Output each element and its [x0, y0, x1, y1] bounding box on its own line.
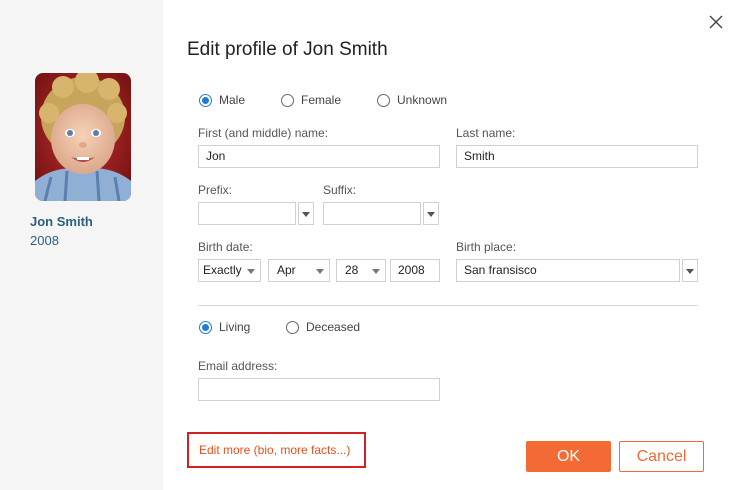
chevron-down-icon	[316, 269, 324, 274]
radio-circle	[377, 93, 390, 107]
birth-month-select[interactable]: Apr	[268, 259, 330, 282]
last-name-input[interactable]: Smith	[456, 145, 698, 168]
chevron-down-icon	[372, 269, 380, 274]
edit-more-link[interactable]: Edit more (bio, more facts...)	[187, 432, 366, 468]
radio-label: Male	[219, 93, 246, 107]
birth-place-label: Birth place:	[456, 240, 517, 254]
chevron-down-icon	[247, 269, 255, 274]
prefix-input[interactable]	[198, 202, 296, 225]
radio-circle	[199, 320, 212, 334]
birth-qualifier-select[interactable]: Exactly	[198, 259, 261, 282]
radio-label: Unknown	[397, 93, 448, 107]
birth-year-input[interactable]: 2008	[390, 259, 440, 282]
child-photo-image	[35, 73, 131, 201]
first-name-input[interactable]: Jon	[198, 145, 440, 168]
radio-living[interactable]: Living	[199, 320, 250, 334]
birth-qualifier-value: Exactly	[203, 263, 242, 277]
birth-place-dropdown-button[interactable]	[682, 259, 698, 282]
last-name-label: Last name:	[456, 126, 516, 140]
suffix-dropdown-button[interactable]	[423, 202, 439, 225]
radio-circle	[286, 320, 299, 334]
section-divider	[198, 305, 698, 306]
radio-female[interactable]: Female	[281, 93, 341, 107]
prefix-label: Prefix:	[198, 183, 233, 197]
email-input[interactable]	[198, 378, 440, 401]
birth-day-select[interactable]: 28	[336, 259, 386, 282]
birth-date-label: Birth date:	[198, 240, 253, 254]
birth-month-value: Apr	[277, 263, 296, 277]
dialog-title: Edit profile of Jon Smith	[187, 39, 388, 60]
radio-label: Deceased	[306, 320, 361, 334]
first-name-label: First (and middle) name:	[198, 126, 329, 140]
radio-unknown[interactable]: Unknown	[377, 93, 447, 107]
person-name: Jon Smith	[30, 214, 93, 229]
suffix-label: Suffix:	[323, 183, 357, 197]
birth-day-value: 28	[345, 263, 359, 277]
radio-circle	[199, 93, 212, 107]
cancel-button[interactable]: Cancel	[619, 441, 704, 472]
ok-button[interactable]: OK	[526, 441, 611, 472]
person-year: 2008	[30, 233, 59, 248]
radio-deceased[interactable]: Deceased	[286, 320, 360, 334]
radio-label: Living	[219, 320, 251, 334]
radio-label: Female	[301, 93, 342, 107]
profile-photo[interactable]	[35, 73, 131, 201]
prefix-dropdown-button[interactable]	[298, 202, 314, 225]
email-label: Email address:	[198, 359, 278, 373]
radio-circle	[281, 93, 294, 107]
radio-male[interactable]: Male	[199, 93, 245, 107]
close-icon	[709, 15, 723, 29]
suffix-input[interactable]	[323, 202, 421, 225]
birth-place-input[interactable]: San fransisco	[456, 259, 680, 282]
close-button[interactable]	[708, 14, 724, 30]
profile-sidebar: Jon Smith 2008	[0, 0, 163, 490]
